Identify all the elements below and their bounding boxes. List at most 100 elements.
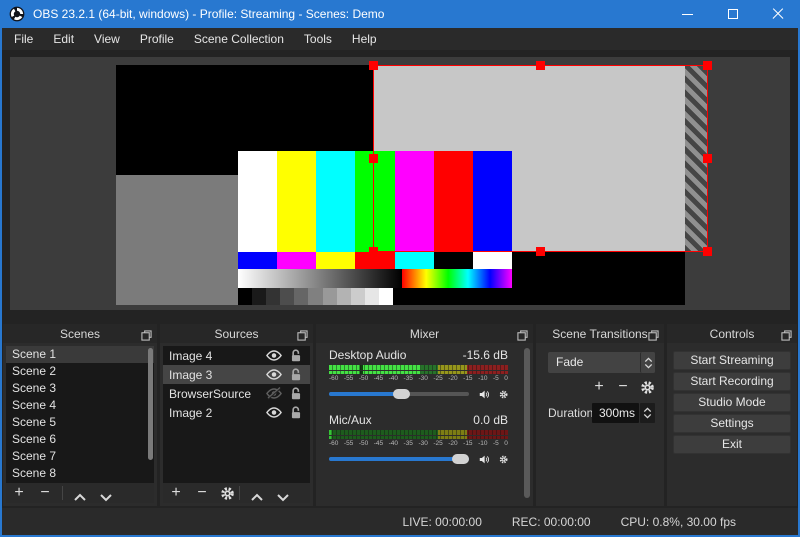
menu-item-edit[interactable]: Edit xyxy=(43,28,84,50)
mixer-channel: Mic/Aux0.0 dB-60-55-50-45-40-35-30-25-20… xyxy=(329,413,508,467)
source-list-item[interactable]: Image 3 xyxy=(163,365,310,384)
scene-list-item[interactable]: Scene 7 xyxy=(6,448,154,465)
selection-handle-bottom-mid[interactable] xyxy=(536,247,545,256)
menu-item-file[interactable]: File xyxy=(4,28,43,50)
scene-list-item[interactable]: Scene 2 xyxy=(6,363,154,380)
add-scene-button[interactable]: + xyxy=(6,484,32,502)
scene-list-item[interactable]: Scene 4 xyxy=(6,397,154,414)
add-source-button[interactable]: + xyxy=(163,484,189,502)
visibility-eye-icon[interactable] xyxy=(265,406,283,419)
transition-properties-gear-icon[interactable] xyxy=(640,380,655,395)
volume-slider[interactable] xyxy=(329,451,469,467)
gray-step xyxy=(238,288,252,305)
selection-handle-bottom-left[interactable] xyxy=(369,247,378,256)
move-scene-down-button[interactable] xyxy=(99,489,113,498)
preview-canvas[interactable] xyxy=(10,57,790,310)
remove-scene-button[interactable]: − xyxy=(32,484,58,502)
selection-handle-mid-left[interactable] xyxy=(369,154,378,163)
selection-handle-mid-right[interactable] xyxy=(703,154,712,163)
selection-handle-top-left[interactable] xyxy=(369,61,378,70)
gray-step xyxy=(323,288,337,305)
scenes-scrollbar[interactable] xyxy=(148,348,153,460)
speaker-mute-icon[interactable] xyxy=(479,451,490,468)
volume-slider[interactable] xyxy=(329,386,469,402)
source-list-item[interactable]: Image 2 xyxy=(163,403,310,422)
menu-item-scene-collection[interactable]: Scene Collection xyxy=(184,28,294,50)
audio-settings-gear-icon[interactable] xyxy=(499,386,508,403)
control-button-settings[interactable]: Settings xyxy=(673,414,791,433)
move-source-down-button[interactable] xyxy=(276,489,290,498)
test-pattern-step-wedge xyxy=(238,288,393,305)
unlocked-padlock-icon[interactable] xyxy=(287,406,305,419)
scene-list-item[interactable]: Scene 3 xyxy=(6,380,154,397)
unlocked-padlock-icon[interactable] xyxy=(287,387,305,400)
visibility-eye-icon[interactable] xyxy=(265,349,283,362)
audio-settings-gear-icon[interactable] xyxy=(499,451,508,468)
speaker-mute-icon[interactable] xyxy=(479,386,490,403)
scale-tick-label: -45 xyxy=(374,440,383,449)
control-button-start-recording[interactable]: Start Recording xyxy=(673,372,791,391)
selection-border xyxy=(373,65,708,252)
remove-source-button[interactable]: − xyxy=(189,484,215,502)
rec-timer: REC: 00:00:00 xyxy=(512,515,591,529)
move-scene-up-button[interactable] xyxy=(73,489,87,498)
visibility-eye-icon[interactable] xyxy=(265,368,283,381)
menu-item-view[interactable]: View xyxy=(84,28,130,50)
scenes-list[interactable]: Scene 1Scene 2Scene 3Scene 4Scene 5Scene… xyxy=(6,346,154,483)
unlocked-padlock-icon[interactable] xyxy=(287,349,305,362)
control-button-start-streaming[interactable]: Start Streaming xyxy=(673,351,791,370)
visibility-eye-off-icon[interactable] xyxy=(265,387,283,400)
slider-fill xyxy=(329,457,469,461)
close-button[interactable] xyxy=(755,0,800,28)
selection-handle-bottom-right[interactable] xyxy=(703,247,712,256)
color-block xyxy=(473,252,512,269)
scale-tick-label: -5 xyxy=(493,440,499,449)
move-source-up-button[interactable] xyxy=(250,489,264,498)
control-button-studio-mode[interactable]: Studio Mode xyxy=(673,393,791,412)
dock-icon[interactable] xyxy=(141,328,152,339)
remove-transition-button[interactable]: − xyxy=(611,378,635,396)
test-pattern-black-area xyxy=(512,252,685,305)
minimize-button[interactable] xyxy=(665,0,710,28)
source-gray-image[interactable] xyxy=(116,175,238,305)
mixer-panel-title: Mixer xyxy=(410,327,439,341)
scene-list-item[interactable]: Scene 5 xyxy=(6,414,154,431)
transition-select-arrows[interactable] xyxy=(640,352,655,373)
transitions-panel-header: Scene Transitions xyxy=(536,324,664,343)
source-list-item[interactable]: BrowserSource xyxy=(163,384,310,403)
selection-handle-top-right[interactable] xyxy=(703,61,712,70)
selection-handle-top-mid[interactable] xyxy=(536,61,545,70)
dock-icon[interactable] xyxy=(517,328,528,339)
dock-icon[interactable] xyxy=(781,328,792,339)
transition-select[interactable]: Fade xyxy=(548,352,655,373)
source-properties-gear-icon[interactable] xyxy=(220,486,235,501)
control-button-exit[interactable]: Exit xyxy=(673,435,791,454)
slider-knob[interactable] xyxy=(393,389,410,399)
scene-list-item[interactable]: Scene 6 xyxy=(6,431,154,448)
controls-panel-header: Controls xyxy=(667,324,797,343)
volume-meter-peak xyxy=(329,436,508,439)
sources-list[interactable]: Image 4Image 3BrowserSourceImage 2 xyxy=(163,346,310,483)
cpu-fps-stats: CPU: 0.8%, 30.00 fps xyxy=(621,515,736,529)
duration-spinner[interactable] xyxy=(640,403,655,423)
slider-knob[interactable] xyxy=(452,454,469,464)
add-transition-button[interactable]: + xyxy=(587,378,611,396)
mixer-scrollbar[interactable] xyxy=(524,348,530,498)
dock-icon[interactable] xyxy=(297,328,308,339)
duration-input[interactable]: 300ms xyxy=(592,403,639,423)
chevron-down-icon xyxy=(644,363,653,369)
scene-list-item[interactable]: Scene 1 xyxy=(6,346,154,363)
menu-item-help[interactable]: Help xyxy=(342,28,387,50)
scene-list-item[interactable]: Scene 8 xyxy=(6,465,154,482)
scale-tick-label: -35 xyxy=(404,440,413,449)
audio-source-name: Desktop Audio xyxy=(329,348,406,362)
dock-icon[interactable] xyxy=(648,328,659,339)
minimize-icon xyxy=(682,14,693,15)
source-list-item[interactable]: Image 4 xyxy=(163,346,310,365)
title-bar[interactable]: OBS 23.2.1 (64-bit, windows) - Profile: … xyxy=(0,0,800,28)
scale-tick-label: -10 xyxy=(478,375,487,384)
menu-item-profile[interactable]: Profile xyxy=(130,28,184,50)
maximize-button[interactable] xyxy=(710,0,755,28)
unlocked-padlock-icon[interactable] xyxy=(287,368,305,381)
menu-item-tools[interactable]: Tools xyxy=(294,28,342,50)
